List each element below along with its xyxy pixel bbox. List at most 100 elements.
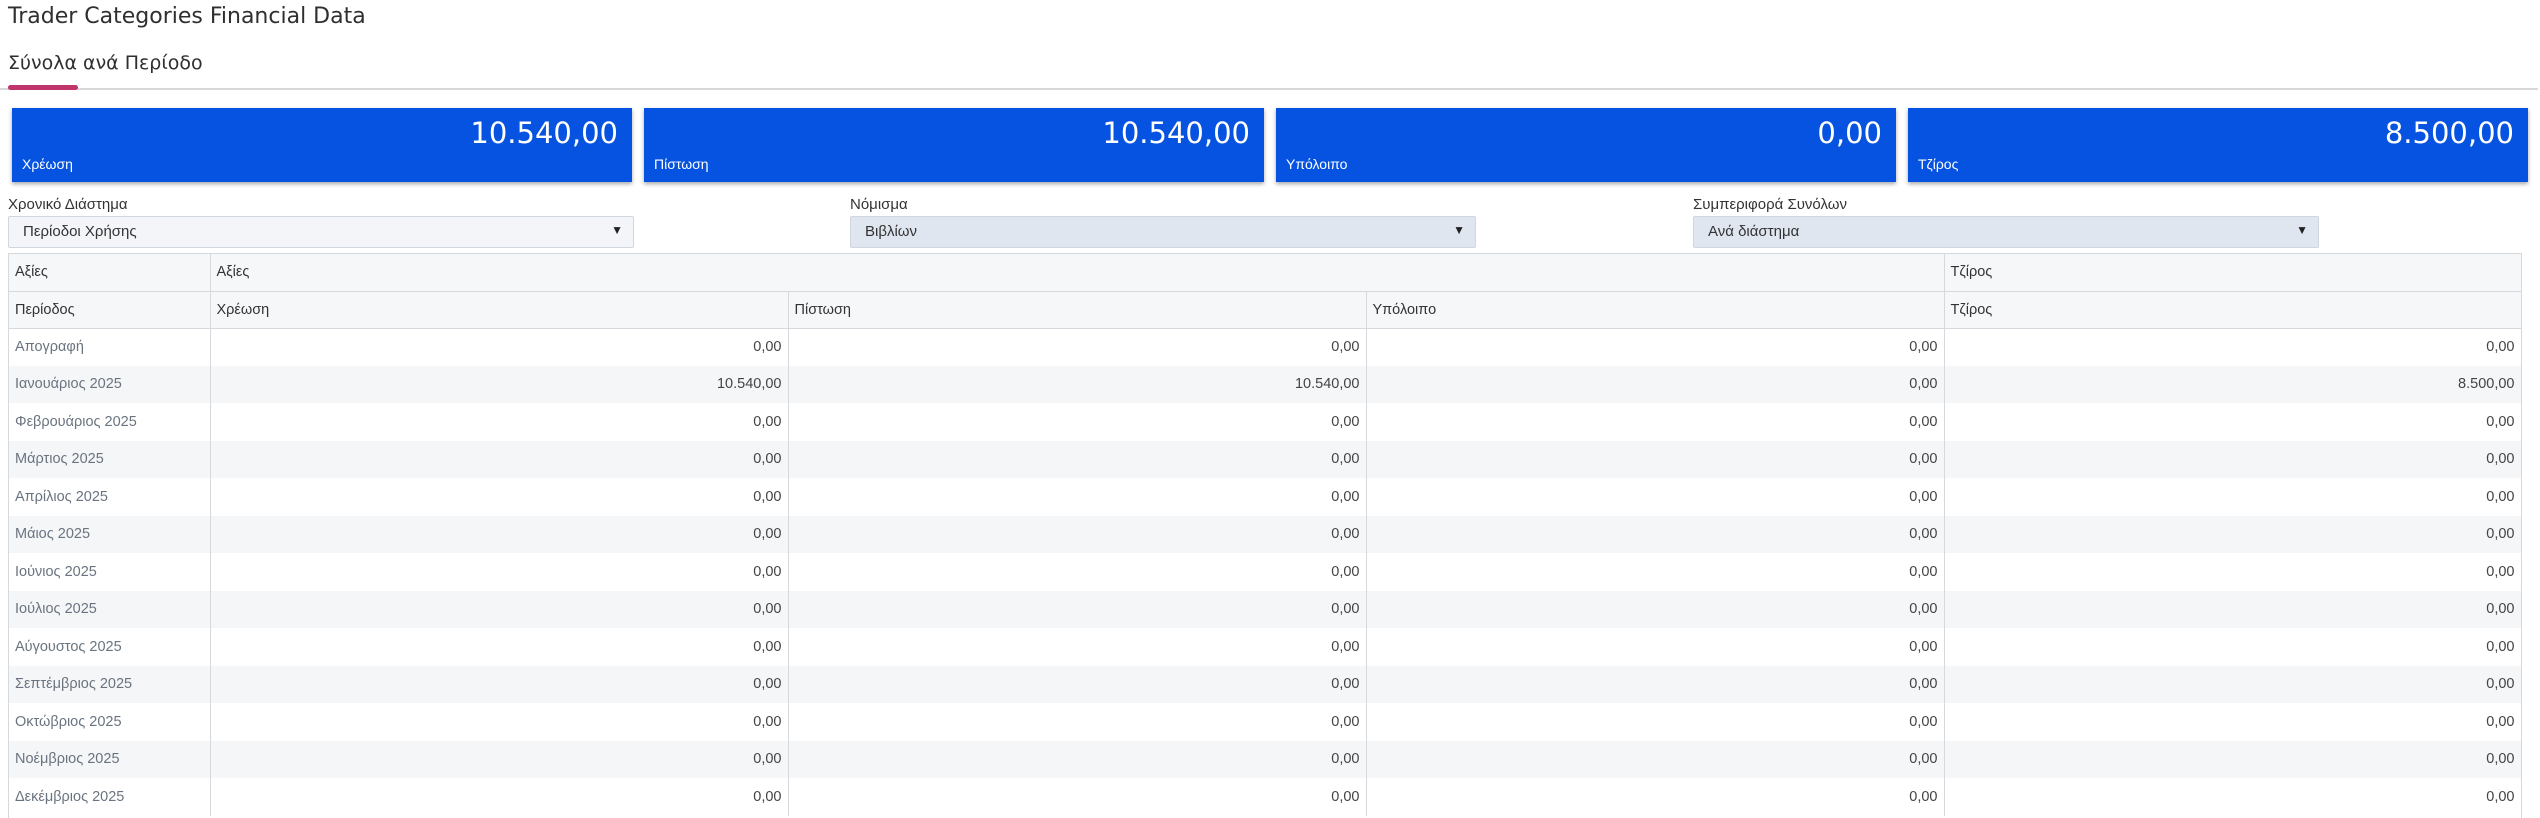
currency-filter-label: Νόμισμα — [850, 196, 908, 213]
currency-select[interactable]: Βιβλίων ▼ — [850, 216, 1476, 248]
balance-cell: 0,00 — [1366, 515, 1945, 553]
period-cell: Ιανουάριος 2025 — [9, 365, 211, 403]
column-header-row: Περίοδος Χρέωση Πίστωση Υπόλοιπο Τζίρος — [9, 291, 2521, 329]
credit-cell: 0,00 — [788, 703, 1367, 741]
debit-cell: 0,00 — [210, 778, 789, 816]
column-header-balance[interactable]: Υπόλοιπο — [1366, 291, 1945, 329]
turnover-card: 8.500,00 Τζίρος — [1908, 108, 2528, 182]
balance-cell: 0,00 — [1366, 365, 1945, 403]
tab-bar: Σύνολα ανά Περίοδο — [0, 44, 2538, 90]
balance-card-value: 0,00 — [1817, 116, 1882, 150]
turnover-cell: 0,00 — [1944, 778, 2521, 816]
balance-cell: 0,00 — [1366, 440, 1945, 478]
turnover-card-label: Τζίρος — [1918, 156, 1959, 172]
turnover-cell: 0,00 — [1944, 553, 2521, 591]
balance-cell: 0,00 — [1366, 478, 1945, 516]
turnover-cell: 0,00 — [1944, 590, 2521, 628]
balance-card-label: Υπόλοιπο — [1286, 156, 1348, 172]
debit-cell: 0,00 — [210, 478, 789, 516]
credit-cell: 0,00 — [788, 440, 1367, 478]
period-filter-label: Χρονικό Διάστημα — [8, 196, 128, 213]
credit-card-label: Πίστωση — [654, 156, 709, 172]
period-select-value: Περίοδοι Χρήσης — [23, 223, 137, 240]
credit-cell: 0,00 — [788, 665, 1367, 703]
table-row[interactable]: Φεβρουάριος 2025 0,00 0,00 0,00 0,00 — [9, 403, 2521, 441]
active-tab-indicator — [8, 85, 78, 90]
balance-card: 0,00 Υπόλοιπο — [1276, 108, 1896, 182]
debit-card-value: 10.540,00 — [470, 116, 618, 150]
totals-behavior-select[interactable]: Ανά διάστημα ▼ — [1693, 216, 2319, 248]
group-header-values: Αξίες — [210, 254, 1945, 292]
credit-cell: 0,00 — [788, 478, 1367, 516]
debit-card-label: Χρέωση — [22, 156, 73, 172]
period-cell: Φεβρουάριος 2025 — [9, 403, 211, 441]
tab-totals-per-period[interactable]: Σύνολα ανά Περίοδο — [8, 52, 203, 74]
debit-cell: 0,00 — [210, 328, 789, 366]
table-row[interactable]: Ιούλιος 2025 0,00 0,00 0,00 0,00 — [9, 590, 2521, 628]
period-cell: Ιούλιος 2025 — [9, 590, 211, 628]
table-row[interactable]: Δεκέμβριος 2025 0,00 0,00 0,00 0,00 — [9, 778, 2521, 816]
filters-bar: Χρονικό Διάστημα Περίοδοι Χρήσης ▼ Νόμισ… — [0, 196, 2540, 248]
table-row[interactable]: Σεπτέμβριος 2025 0,00 0,00 0,00 0,00 — [9, 665, 2521, 703]
totals-behavior-filter: Συμπεριφορά Συνόλων Ανά διάστημα ▼ — [1693, 196, 2319, 248]
credit-cell: 0,00 — [788, 628, 1367, 666]
period-cell: Νοέμβριος 2025 — [9, 740, 211, 778]
caret-down-icon: ▼ — [1453, 223, 1465, 237]
period-cell: Αύγουστος 2025 — [9, 628, 211, 666]
balance-cell: 0,00 — [1366, 778, 1945, 816]
debit-card: 10.540,00 Χρέωση — [12, 108, 632, 182]
credit-cell: 0,00 — [788, 740, 1367, 778]
group-header-values: Αξίες — [9, 254, 211, 292]
balance-cell: 0,00 — [1366, 703, 1945, 741]
turnover-cell: 0,00 — [1944, 740, 2521, 778]
turnover-cell: 0,00 — [1944, 403, 2521, 441]
balance-cell: 0,00 — [1366, 740, 1945, 778]
column-header-credit[interactable]: Πίστωση — [788, 291, 1367, 329]
turnover-cell: 8.500,00 — [1944, 365, 2521, 403]
turnover-cell: 0,00 — [1944, 665, 2521, 703]
credit-cell: 0,00 — [788, 590, 1367, 628]
table-row[interactable]: Ιούνιος 2025 0,00 0,00 0,00 0,00 — [9, 553, 2521, 591]
table-row[interactable]: Απρίλιος 2025 0,00 0,00 0,00 0,00 — [9, 478, 2521, 516]
balance-cell: 0,00 — [1366, 665, 1945, 703]
debit-cell: 0,00 — [210, 403, 789, 441]
group-header-row: Αξίες Αξίες Τζίρος — [9, 254, 2521, 292]
balance-cell: 0,00 — [1366, 328, 1945, 366]
turnover-card-value: 8.500,00 — [2384, 116, 2514, 150]
balance-cell: 0,00 — [1366, 403, 1945, 441]
turnover-cell: 0,00 — [1944, 328, 2521, 366]
period-cell: Οκτώβριος 2025 — [9, 703, 211, 741]
group-header-turnover: Τζίρος — [1944, 254, 2521, 292]
table-row[interactable]: Μάιος 2025 0,00 0,00 0,00 0,00 — [9, 515, 2521, 553]
summary-cards: 10.540,00 Χρέωση 10.540,00 Πίστωση 0,00 … — [12, 108, 2530, 182]
period-cell: Σεπτέμβριος 2025 — [9, 665, 211, 703]
credit-cell: 0,00 — [788, 553, 1367, 591]
caret-down-icon: ▼ — [611, 223, 623, 237]
period-cell: Απρίλιος 2025 — [9, 478, 211, 516]
turnover-cell: 0,00 — [1944, 440, 2521, 478]
table-row[interactable]: Οκτώβριος 2025 0,00 0,00 0,00 0,00 — [9, 703, 2521, 741]
totals-behavior-filter-label: Συμπεριφορά Συνόλων — [1693, 196, 1847, 213]
period-totals-table: Αξίες Αξίες Τζίρος Περίοδος Χρέωση Πίστω… — [9, 254, 2521, 816]
turnover-cell: 0,00 — [1944, 628, 2521, 666]
period-cell: Μάιος 2025 — [9, 515, 211, 553]
debit-cell: 0,00 — [210, 440, 789, 478]
column-header-turnover[interactable]: Τζίρος — [1944, 291, 2521, 329]
table-row[interactable]: Αύγουστος 2025 0,00 0,00 0,00 0,00 — [9, 628, 2521, 666]
caret-down-icon: ▼ — [2296, 223, 2308, 237]
balance-cell: 0,00 — [1366, 628, 1945, 666]
table-row[interactable]: Νοέμβριος 2025 0,00 0,00 0,00 0,00 — [9, 740, 2521, 778]
period-cell: Δεκέμβριος 2025 — [9, 778, 211, 816]
table-row[interactable]: Μάρτιος 2025 0,00 0,00 0,00 0,00 — [9, 440, 2521, 478]
column-header-debit[interactable]: Χρέωση — [210, 291, 789, 329]
debit-cell: 0,00 — [210, 553, 789, 591]
totals-behavior-select-value: Ανά διάστημα — [1708, 223, 1800, 240]
column-header-period[interactable]: Περίοδος — [9, 291, 211, 329]
currency-select-value: Βιβλίων — [865, 223, 918, 240]
turnover-cell: 0,00 — [1944, 478, 2521, 516]
period-filter: Χρονικό Διάστημα Περίοδοι Χρήσης ▼ — [8, 196, 634, 248]
period-select[interactable]: Περίοδοι Χρήσης ▼ — [8, 216, 634, 248]
period-cell: Απογραφή — [9, 328, 211, 366]
table-row[interactable]: Απογραφή 0,00 0,00 0,00 0,00 — [9, 328, 2521, 366]
table-row[interactable]: Ιανουάριος 2025 10.540,00 10.540,00 0,00 8.5… — [9, 365, 2521, 403]
